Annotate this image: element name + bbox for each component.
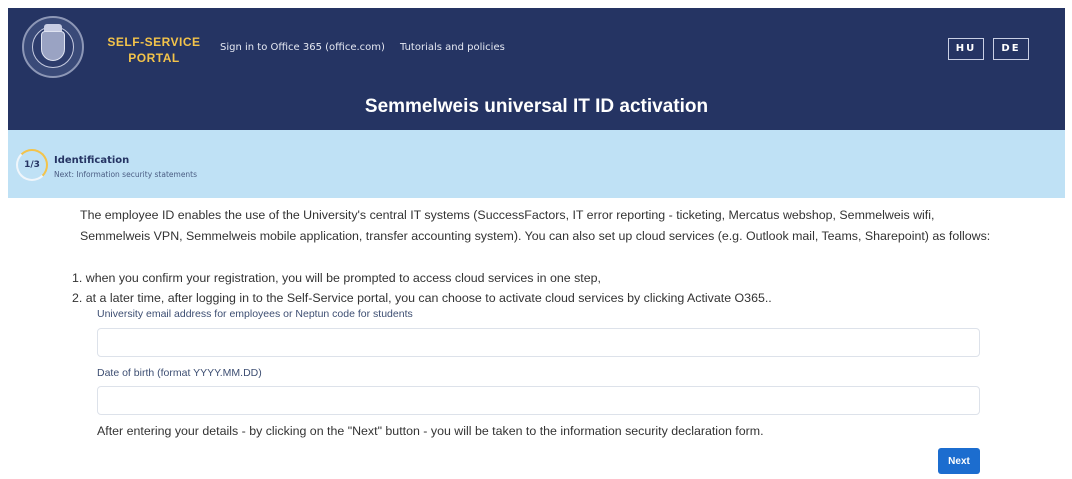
nav-link-office365[interactable]: Sign in to Office 365 (office.com) [220, 42, 385, 53]
portal-title-line1: SELF-SERVICE [107, 35, 201, 49]
intro-paragraph: The employee ID enables the use of the U… [80, 208, 991, 243]
nav-link-tutorials[interactable]: Tutorials and policies [400, 42, 505, 53]
portal-title-line2: PORTAL [128, 51, 180, 65]
language-button-hu[interactable]: HU [948, 38, 984, 60]
activation-steps-list: 1. when you confirm your registration, y… [72, 268, 1002, 308]
activation-step: 1. when you confirm your registration, y… [72, 271, 601, 285]
step-next-label: Next: Information security statements [54, 170, 198, 179]
step-name: Identification [54, 155, 130, 166]
page-title: Semmelweis universal IT ID activation [364, 96, 709, 117]
next-button[interactable]: Next [938, 448, 980, 474]
email-or-neptun-input[interactable] [97, 328, 980, 357]
date-of-birth-label: Date of birth (format YYYY.MM.DD) [97, 367, 262, 379]
portal-title[interactable]: SELF-SERVICE PORTAL [104, 34, 204, 66]
header: SELF-SERVICE PORTAL Sign in to Office 36… [8, 8, 1065, 130]
email-field-label: University email address for employees o… [97, 308, 413, 320]
step-banner: 1/3 Identification Next: Information sec… [8, 130, 1065, 198]
next-step-description: After entering your details - by clickin… [97, 424, 764, 438]
page: SELF-SERVICE PORTAL Sign in to Office 36… [8, 8, 1065, 479]
coat-of-arms-icon [41, 31, 65, 61]
language-button-de[interactable]: DE [993, 38, 1029, 60]
university-seal-icon[interactable] [22, 16, 84, 78]
date-of-birth-input[interactable] [97, 386, 980, 415]
activation-step: 2. at a later time, after logging in to … [72, 291, 772, 305]
step-progress-indicator: 1/3 [16, 149, 48, 181]
